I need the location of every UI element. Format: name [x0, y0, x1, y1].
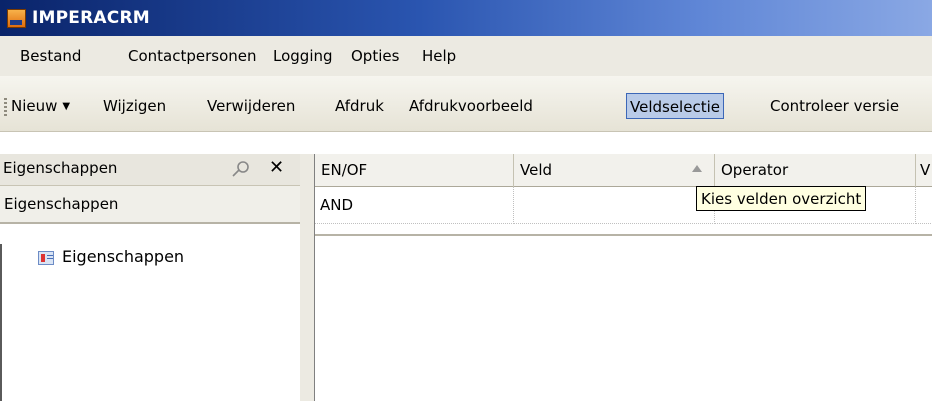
sort-arrow-icon [692, 165, 702, 172]
nieuw-button[interactable]: Nieuw ▼ [11, 97, 70, 115]
cell-en-of[interactable]: AND [315, 187, 514, 224]
veldselectie-button[interactable]: Veldselectie [626, 93, 724, 119]
column-header-label: Veld [520, 161, 553, 179]
column-header-veld[interactable]: Veld [514, 154, 715, 187]
panel-title: Eigenschappen [3, 159, 118, 177]
title-bar: IMPERACRM [0, 0, 932, 36]
panel-header: Eigenschappen ✕ [0, 154, 300, 186]
menu-opties[interactable]: Opties [351, 47, 399, 65]
afdruk-button[interactable]: Afdruk [335, 97, 384, 115]
grid-header: EN/OF Veld Operator V [315, 154, 932, 187]
panel-subheader-label: Eigenschappen [4, 195, 119, 213]
column-header-label: Operator [721, 161, 789, 179]
toolbar: Nieuw ▼ Wijzigen Verwijderen Afdruk Afdru… [0, 76, 932, 132]
app-icon [7, 9, 26, 28]
cell-veld[interactable] [514, 187, 715, 224]
properties-panel: Eigenschappen ✕ Eigenschappen Eigenschap… [0, 154, 300, 401]
column-header-en-of[interactable]: EN/OF [315, 154, 514, 187]
window-title: IMPERACRM [32, 8, 150, 28]
pin-icon[interactable] [230, 160, 250, 178]
wijzigen-button[interactable]: Wijzigen [103, 97, 166, 115]
menu-bestand[interactable]: Bestand [20, 47, 81, 65]
menu-bar: Bestand Contactpersonen Logging Opties H… [0, 36, 932, 76]
column-header-v[interactable]: V [916, 154, 932, 187]
verwijderen-button[interactable]: Verwijderen [207, 97, 295, 115]
close-icon[interactable]: ✕ [269, 157, 284, 178]
tooltip: Kies velden overzicht [696, 186, 867, 211]
nieuw-label: Nieuw [11, 97, 58, 115]
tree-item-label: Eigenschappen [62, 247, 185, 266]
tree-view: Eigenschappen [0, 244, 302, 401]
column-header-label: EN/OF [321, 161, 368, 179]
panel-subheader: Eigenschappen [0, 186, 300, 224]
menu-help[interactable]: Help [422, 47, 456, 65]
cell-value: AND [320, 196, 354, 214]
menu-logging[interactable]: Logging [273, 47, 333, 65]
afdrukvoorbeeld-button[interactable]: Afdrukvoorbeeld [409, 97, 533, 115]
properties-icon [38, 251, 54, 265]
dropdown-arrow-icon[interactable]: ▼ [62, 101, 70, 112]
toolbar-grip[interactable] [4, 98, 7, 116]
panel-splitter[interactable] [300, 154, 314, 401]
grid-divider [315, 234, 932, 236]
column-header-operator[interactable]: Operator [715, 154, 916, 187]
controleer-versie-button[interactable]: Controleer versie [770, 97, 899, 115]
column-header-label: V [920, 161, 931, 179]
cell-v[interactable] [916, 187, 932, 224]
menu-contactpersonen[interactable]: Contactpersonen [128, 47, 257, 65]
